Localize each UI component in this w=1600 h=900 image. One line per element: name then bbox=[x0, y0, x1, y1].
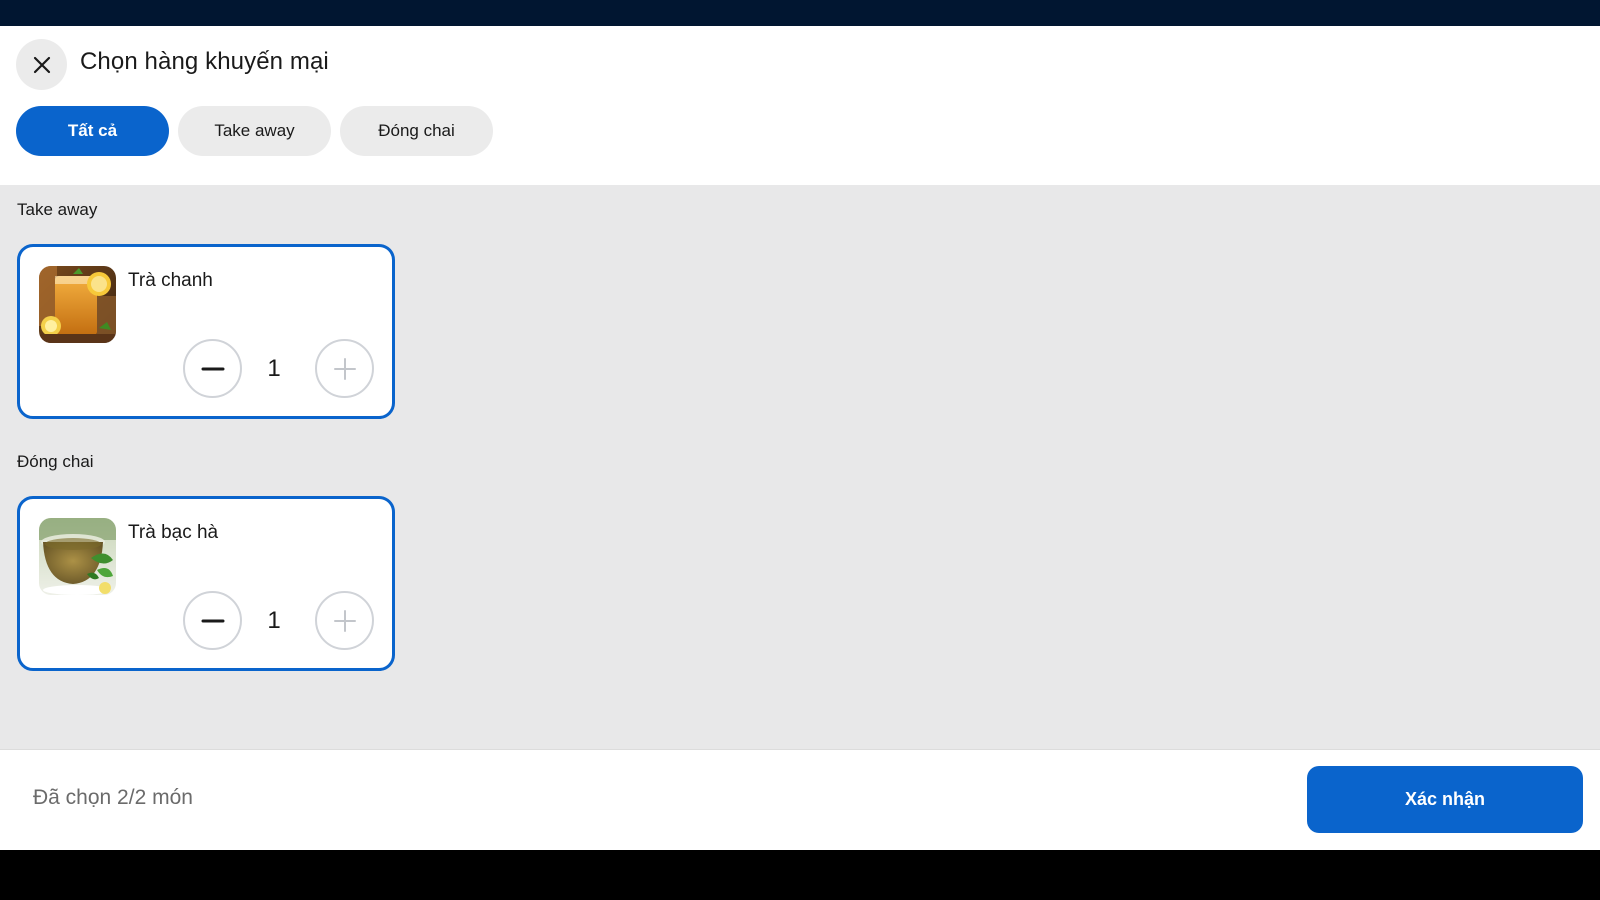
item-card[interactable]: Trà bạc hà 1 bbox=[17, 496, 395, 671]
item-name: Trà chanh bbox=[128, 270, 213, 291]
item-image bbox=[39, 266, 116, 343]
minus-icon bbox=[201, 619, 224, 622]
item-list: Take away Trà chanh 1 Đóng chai Trà bạc … bbox=[0, 185, 1600, 749]
promo-item-picker: Chọn hàng khuyến mại Tất cả Take away Đó… bbox=[0, 26, 1600, 850]
iced-lemon-tea-image bbox=[39, 266, 116, 343]
filter-tab-bottled[interactable]: Đóng chai bbox=[340, 106, 493, 156]
plus-icon bbox=[333, 357, 356, 380]
confirm-button[interactable]: Xác nhận bbox=[1307, 766, 1583, 833]
filter-tab-all[interactable]: Tất cả bbox=[16, 106, 169, 156]
plus-icon bbox=[333, 609, 356, 632]
quantity-value: 1 bbox=[267, 607, 281, 634]
decrease-quantity-button[interactable] bbox=[183, 591, 242, 650]
item-image bbox=[39, 518, 116, 595]
header: Chọn hàng khuyến mại Tất cả Take away Đó… bbox=[0, 26, 1600, 185]
section-title-bottled: Đóng chai bbox=[17, 452, 94, 471]
decrease-quantity-button[interactable] bbox=[183, 339, 242, 398]
filter-tabs: Tất cả Take away Đóng chai bbox=[16, 106, 493, 156]
footer: Đã chọn 2/2 món Xác nhận bbox=[0, 749, 1600, 850]
increase-quantity-button[interactable] bbox=[315, 591, 374, 650]
increase-quantity-button[interactable] bbox=[315, 339, 374, 398]
status-bar bbox=[0, 0, 1600, 26]
close-icon bbox=[33, 56, 50, 73]
section-title-take-away: Take away bbox=[17, 200, 98, 219]
item-card[interactable]: Trà chanh 1 bbox=[17, 244, 395, 419]
mint-tea-image bbox=[39, 518, 116, 595]
minus-icon bbox=[201, 367, 224, 370]
item-name: Trà bạc hà bbox=[128, 522, 219, 543]
selection-summary: Đã chọn 2/2 món bbox=[33, 786, 193, 809]
page-title: Chọn hàng khuyến mại bbox=[80, 48, 329, 75]
close-button[interactable] bbox=[16, 39, 67, 90]
filter-tab-take-away[interactable]: Take away bbox=[178, 106, 331, 156]
quantity-value: 1 bbox=[267, 355, 281, 382]
